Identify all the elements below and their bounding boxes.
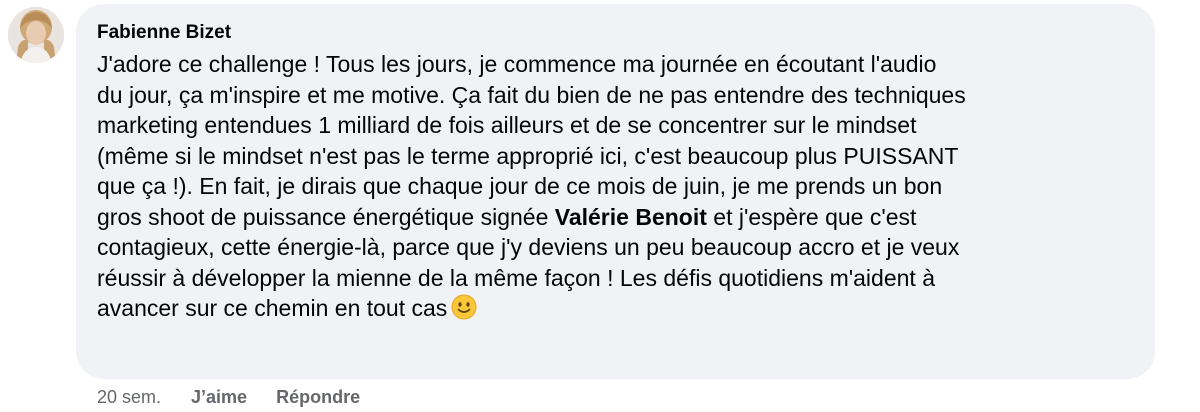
comment-timestamp[interactable]: 20 sem. <box>97 385 161 409</box>
user-avatar-icon <box>8 7 64 63</box>
comment: Fabienne Bizet J'adore ce challenge ! To… <box>0 0 1200 412</box>
comment-bubble: Fabienne Bizet J'adore ce challenge ! To… <box>76 4 1155 379</box>
comment-actions: 20 sem. J’aime Répondre <box>97 385 360 409</box>
avatar[interactable] <box>8 7 64 63</box>
comment-author[interactable]: Fabienne Bizet <box>97 20 231 46</box>
comment-text: J'adore ce challenge ! Tous les jours, j… <box>97 49 1135 328</box>
mention-link[interactable]: Valérie Benoit <box>555 204 707 230</box>
slightly-smiling-face-icon <box>451 294 477 328</box>
reply-button[interactable]: Répondre <box>276 385 360 409</box>
like-button[interactable]: J’aime <box>191 385 247 409</box>
